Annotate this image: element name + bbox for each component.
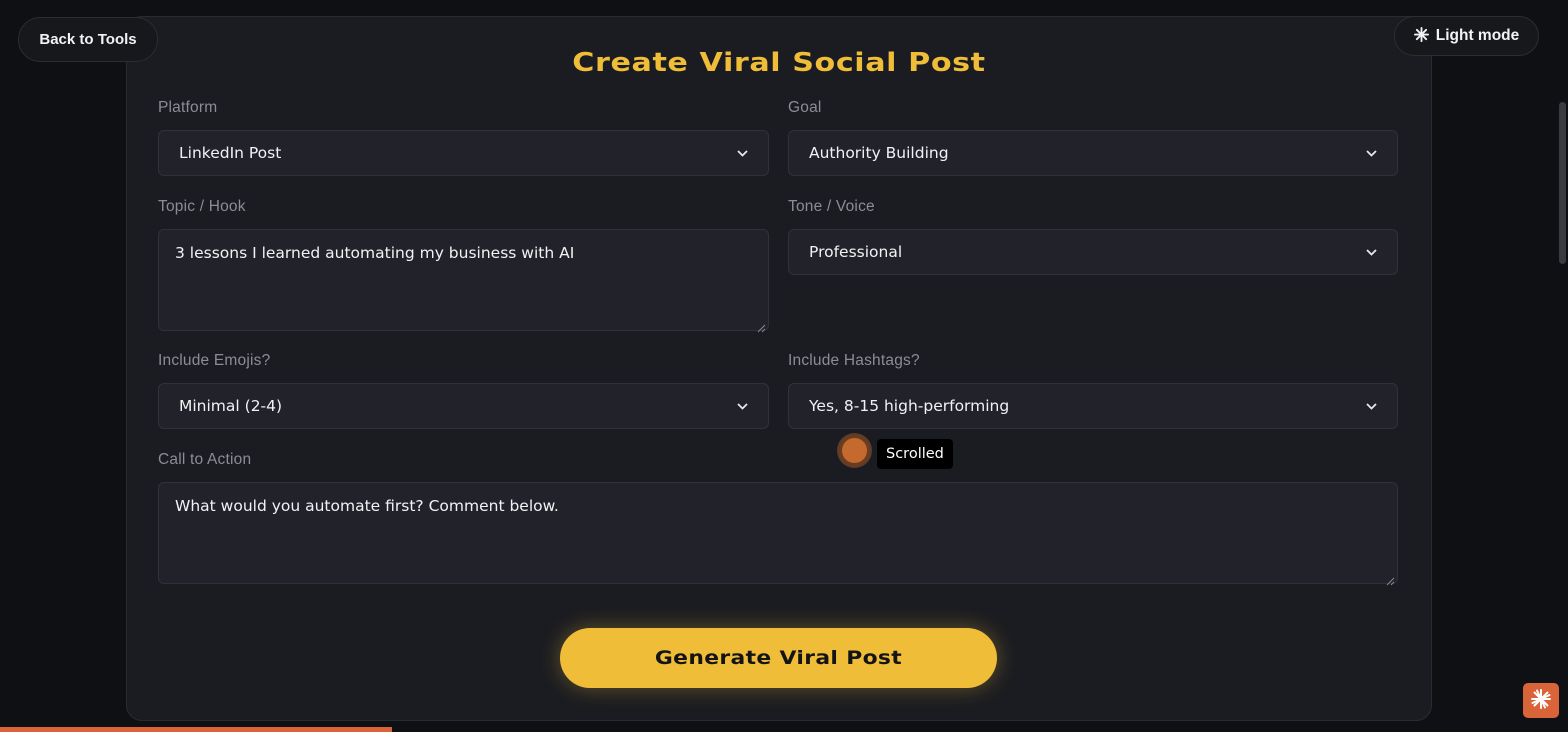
scrolled-tooltip: Scrolled (877, 439, 953, 469)
resize-handle-icon[interactable] (757, 319, 766, 333)
emojis-value: Minimal (2-4) (179, 397, 283, 415)
emojis-select[interactable]: Minimal (2-4) (158, 383, 769, 429)
cta-textarea[interactable]: What would you automate first? Comment b… (158, 482, 1398, 586)
chevron-down-icon (736, 400, 748, 412)
light-mode-toggle[interactable]: Light mode (1394, 16, 1539, 56)
progress-bar (0, 727, 1568, 732)
cta-label: Call to Action (158, 451, 252, 468)
hashtags-label: Include Hashtags? (788, 352, 920, 369)
platform-select[interactable]: LinkedIn Post (158, 130, 769, 176)
platform-label: Platform (158, 99, 218, 116)
light-mode-label: Light mode (1435, 27, 1520, 44)
page-title: Create Viral Social Post (572, 48, 986, 78)
tone-label: Tone / Voice (788, 198, 875, 215)
generate-viral-post-button[interactable]: Generate Viral Post (560, 628, 997, 688)
sparkle-icon (1529, 687, 1553, 715)
chevron-down-icon (1365, 147, 1377, 159)
goal-select[interactable]: Authority Building (788, 130, 1398, 176)
back-to-tools-label: Back to Tools (39, 31, 137, 48)
chevron-down-icon (1365, 246, 1377, 258)
tone-select[interactable]: Professional (788, 229, 1398, 275)
goal-value: Authority Building (809, 144, 949, 162)
scrollbar-thumb[interactable] (1559, 102, 1566, 264)
sun-icon (1413, 27, 1429, 45)
platform-value: LinkedIn Post (179, 144, 282, 162)
cursor-indicator (839, 435, 870, 466)
topic-textarea[interactable]: 3 lessons I learned automating my busine… (158, 229, 769, 333)
hashtags-select[interactable]: Yes, 8-15 high-performing (788, 383, 1398, 429)
page: Back to Tools Light mode Create Viral So… (0, 0, 1568, 732)
cta-value: What would you automate first? Comment b… (175, 497, 559, 515)
hashtags-value: Yes, 8-15 high-performing (809, 397, 1010, 415)
progress-bar-fill (0, 727, 392, 732)
topic-value: 3 lessons I learned automating my busine… (175, 244, 575, 262)
back-to-tools-button[interactable]: Back to Tools (18, 17, 158, 62)
generate-label: Generate Viral Post (654, 647, 903, 669)
form-card (126, 16, 1432, 721)
goal-label: Goal (788, 99, 822, 116)
chevron-down-icon (736, 147, 748, 159)
assistant-widget-button[interactable] (1523, 683, 1559, 718)
tone-value: Professional (809, 243, 903, 261)
topic-label: Topic / Hook (158, 198, 246, 215)
resize-handle-icon[interactable] (1386, 572, 1395, 586)
chevron-down-icon (1365, 400, 1377, 412)
emojis-label: Include Emojis? (158, 352, 271, 369)
